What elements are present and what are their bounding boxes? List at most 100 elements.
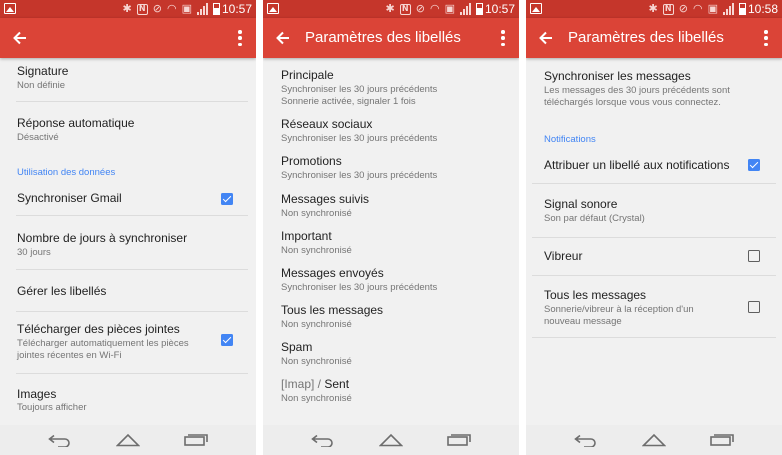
status-bar: ✱ N ⊘ ◠ ▣ 10:57 xyxy=(263,0,519,18)
days-to-sync-value: 30 jours xyxy=(17,247,51,258)
clock: 10:57 xyxy=(484,2,515,16)
nfc-icon: N xyxy=(136,3,148,15)
signal-icon xyxy=(460,3,471,15)
app-bar: Paramètres des libellés xyxy=(263,18,519,58)
download-attachments-checkbox-icon[interactable] xyxy=(221,334,233,346)
all-messages-checkbox-icon[interactable] xyxy=(748,301,760,313)
ringtone-title: Signal sonore xyxy=(544,197,618,211)
nav-back-icon[interactable] xyxy=(311,434,335,447)
label-item[interactable]: Tous les messages Non synchronisé xyxy=(263,301,519,338)
nav-recent-icon[interactable] xyxy=(184,434,208,446)
more-vert-icon[interactable] xyxy=(238,30,242,46)
label-item[interactable]: Important Non synchronisé xyxy=(263,227,519,264)
back-arrow-icon[interactable] xyxy=(10,28,30,48)
label-item[interactable]: Réseaux sociaux Synchroniser les 30 jour… xyxy=(263,116,519,153)
status-bar: ✱ N ⊘ ◠ ▣ 10:57 xyxy=(0,0,256,18)
page-title: Paramètres des libellés xyxy=(568,29,724,46)
nav-bar xyxy=(263,425,519,455)
sync-messages-setting[interactable]: Synchroniser les messages Les messages d… xyxy=(526,58,782,120)
label-item[interactable]: Messages suivis Non synchronisé xyxy=(263,190,519,227)
label-list: Principale Synchroniser les 30 jours pré… xyxy=(263,58,519,425)
label-settings-list: Synchroniser les messages Les messages d… xyxy=(526,58,782,425)
all-messages-title: Tous les messages xyxy=(544,288,647,302)
download-attachments-desc-line1: Télécharger automatiquement les pièces xyxy=(17,338,189,349)
label-item[interactable]: Promotions Synchroniser les 30 jours pré… xyxy=(263,153,519,190)
mute-icon: ⊘ xyxy=(152,2,162,15)
nav-home-icon[interactable] xyxy=(116,433,140,447)
vibrate-checkbox-icon[interactable] xyxy=(748,250,760,262)
label-name: Important xyxy=(281,229,332,243)
label-sync-status: Synchroniser les 30 jours précédents xyxy=(281,170,438,181)
mute-icon: ⊘ xyxy=(415,2,425,15)
back-arrow-icon[interactable] xyxy=(536,28,556,48)
label-sync-status: Synchroniser les 30 jours précédents xyxy=(281,133,438,144)
sync-gmail-checkbox-icon[interactable] xyxy=(221,193,233,205)
nav-back-icon[interactable] xyxy=(574,434,598,447)
more-vert-icon[interactable] xyxy=(501,30,505,46)
phone-screen-label-settings: ✱ N ⊘ ◠ ▣ 10:58 Paramètres des libellés … xyxy=(526,0,782,455)
label-item[interactable]: Messages envoyés Synchroniser les 30 jou… xyxy=(263,264,519,301)
vibrate-title: Vibreur xyxy=(544,249,583,263)
nav-recent-icon[interactable] xyxy=(710,434,734,446)
days-to-sync-setting[interactable]: Nombre de jours à synchroniser 30 jours xyxy=(0,216,256,270)
label-sync-status: Non synchronisé xyxy=(281,393,352,404)
gallery-notification-icon xyxy=(530,3,542,14)
bluetooth-icon: ✱ xyxy=(122,2,132,15)
wifi-icon: ◠ xyxy=(692,2,703,15)
label-item[interactable]: [Imap] / Sent Non synchronisé xyxy=(263,375,519,412)
app-bar: Paramètres des libellés xyxy=(526,18,782,58)
label-notifications-setting[interactable]: Attribuer un libellé aux notifications xyxy=(526,150,782,184)
label-name: Principale xyxy=(281,68,334,82)
nav-home-icon[interactable] xyxy=(642,433,666,447)
label-sync-status: Non synchronisé xyxy=(281,319,352,330)
gallery-notification-icon xyxy=(267,3,279,14)
all-messages-setting[interactable]: Tous les messages Sonnerie/vibreur à la … xyxy=(526,276,782,338)
battery-icon xyxy=(739,3,746,15)
signature-value: Non définie xyxy=(17,80,66,91)
manage-labels-setting[interactable]: Gérer les libellés xyxy=(0,270,256,312)
phone-screen-general-settings: ✱ N ⊘ ◠ ▣ 10:57 Signature Non définie Ré… xyxy=(0,0,256,455)
status-bar: ✱ N ⊘ ◠ ▣ 10:58 xyxy=(526,0,782,18)
label-item[interactable]: Principale Synchroniser les 30 jours pré… xyxy=(263,58,519,116)
images-setting[interactable]: Images Toujours afficher xyxy=(0,374,256,424)
no-sim-icon: ▣ xyxy=(181,2,192,15)
auto-reply-setting[interactable]: Réponse automatique Désactivé xyxy=(0,102,256,154)
bluetooth-icon: ✱ xyxy=(385,2,395,15)
auto-reply-value: Désactivé xyxy=(17,132,59,143)
app-bar xyxy=(0,18,256,58)
ringtone-setting[interactable]: Signal sonore Son par défaut (Crystal) xyxy=(526,184,782,238)
label-name: Réseaux sociaux xyxy=(281,117,373,131)
clock: 10:57 xyxy=(221,2,252,16)
gallery-notification-icon xyxy=(4,3,16,14)
nav-bar xyxy=(0,425,256,455)
all-messages-desc-line2: nouveau message xyxy=(544,316,622,327)
label-name: Messages envoyés xyxy=(281,266,384,280)
auto-reply-title: Réponse automatique xyxy=(17,116,135,130)
images-title: Images xyxy=(17,387,57,401)
nav-recent-icon[interactable] xyxy=(447,434,471,446)
nav-back-icon[interactable] xyxy=(48,434,72,447)
sync-messages-title: Synchroniser les messages xyxy=(544,69,691,83)
battery-icon xyxy=(213,3,220,15)
nav-bar xyxy=(526,425,782,455)
vibrate-setting[interactable]: Vibreur xyxy=(526,238,782,276)
label-sync-status: Non synchronisé xyxy=(281,208,352,219)
label-item[interactable]: Spam Non synchronisé xyxy=(263,338,519,375)
download-attachments-setting[interactable]: Télécharger des pièces jointes Télécharg… xyxy=(0,312,256,374)
download-attachments-desc-line2: jointes récentes en Wi-Fi xyxy=(17,350,122,361)
label-notifications-title: Attribuer un libellé aux notifications xyxy=(544,158,730,172)
manage-labels-title: Gérer les libellés xyxy=(17,284,107,298)
ringtone-value: Son par défaut (Crystal) xyxy=(544,213,645,224)
label-name: Messages suivis xyxy=(281,192,370,206)
label-notifications-checkbox-icon[interactable] xyxy=(748,159,760,171)
nfc-icon: N xyxy=(662,3,674,15)
more-vert-icon[interactable] xyxy=(764,30,768,46)
nav-home-icon[interactable] xyxy=(379,433,403,447)
signal-icon xyxy=(723,3,734,15)
back-arrow-icon[interactable] xyxy=(273,28,293,48)
sync-gmail-setting[interactable]: Synchroniser Gmail xyxy=(0,182,256,216)
clock: 10:58 xyxy=(747,2,778,16)
bluetooth-icon: ✱ xyxy=(648,2,658,15)
signature-setting[interactable]: Signature Non définie xyxy=(0,58,256,102)
label-name: Tous les messages xyxy=(281,303,384,317)
